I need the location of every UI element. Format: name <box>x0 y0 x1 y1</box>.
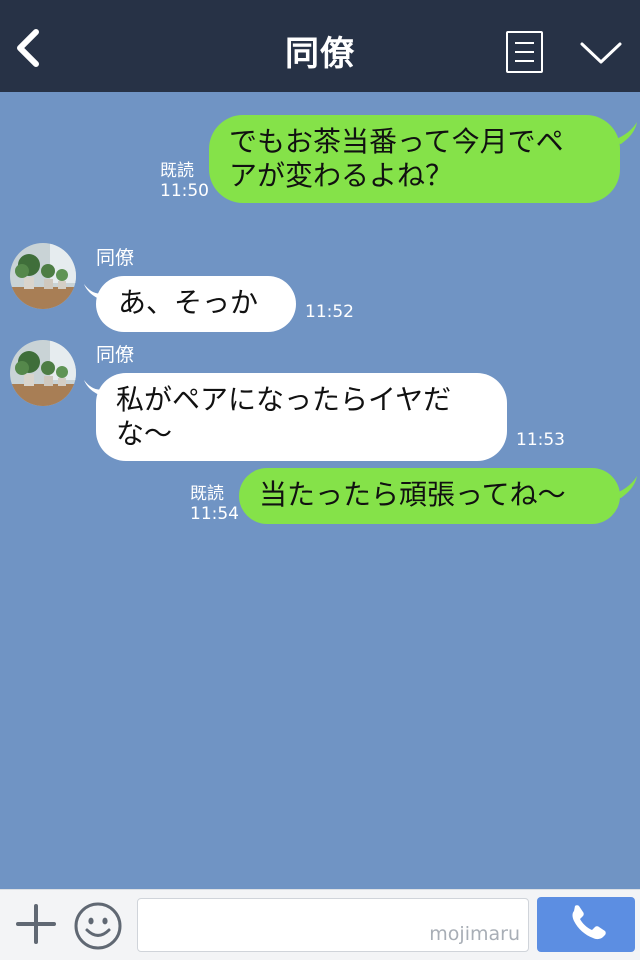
plant-avatar-icon <box>10 340 76 406</box>
message-text-line: あ、そっか <box>118 286 259 319</box>
smiley-icon <box>74 902 122 950</box>
message-text-line: アが変わるよね？ <box>229 159 454 192</box>
menu-button[interactable] <box>506 31 543 73</box>
message-text-line: な〜 <box>116 417 173 450</box>
message-bubble[interactable]: 私がペアになったらイヤだ な〜 <box>96 373 507 461</box>
message-meta: 既読 11:50 <box>160 161 209 201</box>
message-meta: 既読 11:54 <box>190 484 239 524</box>
message-bubble[interactable]: 当たったら頑張ってね〜 <box>239 468 620 524</box>
message-time: 11:54 <box>190 504 239 524</box>
chat-title: 同僚 <box>285 34 355 74</box>
read-label: 既読 <box>160 161 194 181</box>
message-text-line: でもお茶当番って今月でペ <box>229 125 564 158</box>
avatar[interactable] <box>10 340 76 406</box>
message-text-line: 当たったら頑張ってね〜 <box>259 478 566 511</box>
sender-name: 同僚 <box>96 247 135 269</box>
sender-name: 同僚 <box>96 344 135 366</box>
avatar[interactable] <box>10 243 76 309</box>
message-time: 11:53 <box>516 430 565 450</box>
chevron-down-icon <box>580 42 622 64</box>
message-bubble[interactable]: あ、そっか <box>96 276 296 332</box>
expand-button[interactable] <box>578 38 624 68</box>
input-bar: mojimaru <box>0 889 640 960</box>
phone-icon <box>572 905 606 940</box>
watermark: mojimaru <box>429 923 520 945</box>
message-time: 11:50 <box>160 181 209 201</box>
message-input[interactable]: mojimaru <box>137 898 529 952</box>
call-button[interactable] <box>537 897 635 952</box>
message-bubble[interactable]: でもお茶当番って今月でペ アが変わるよね？ <box>209 115 620 203</box>
plus-icon <box>16 904 56 944</box>
emoji-button[interactable] <box>73 901 123 951</box>
plant-avatar-icon <box>10 243 76 309</box>
message-text-line: 私がペアになったらイヤだ <box>116 383 452 416</box>
chat-header: 同僚 <box>0 0 640 92</box>
chat-area[interactable]: 既読 11:50 でもお茶当番って今月でペ アが変わるよね？ 同僚 あ、そっか … <box>0 92 640 889</box>
message-time: 11:52 <box>305 302 354 322</box>
read-label: 既読 <box>190 484 224 504</box>
add-button[interactable] <box>14 902 58 946</box>
